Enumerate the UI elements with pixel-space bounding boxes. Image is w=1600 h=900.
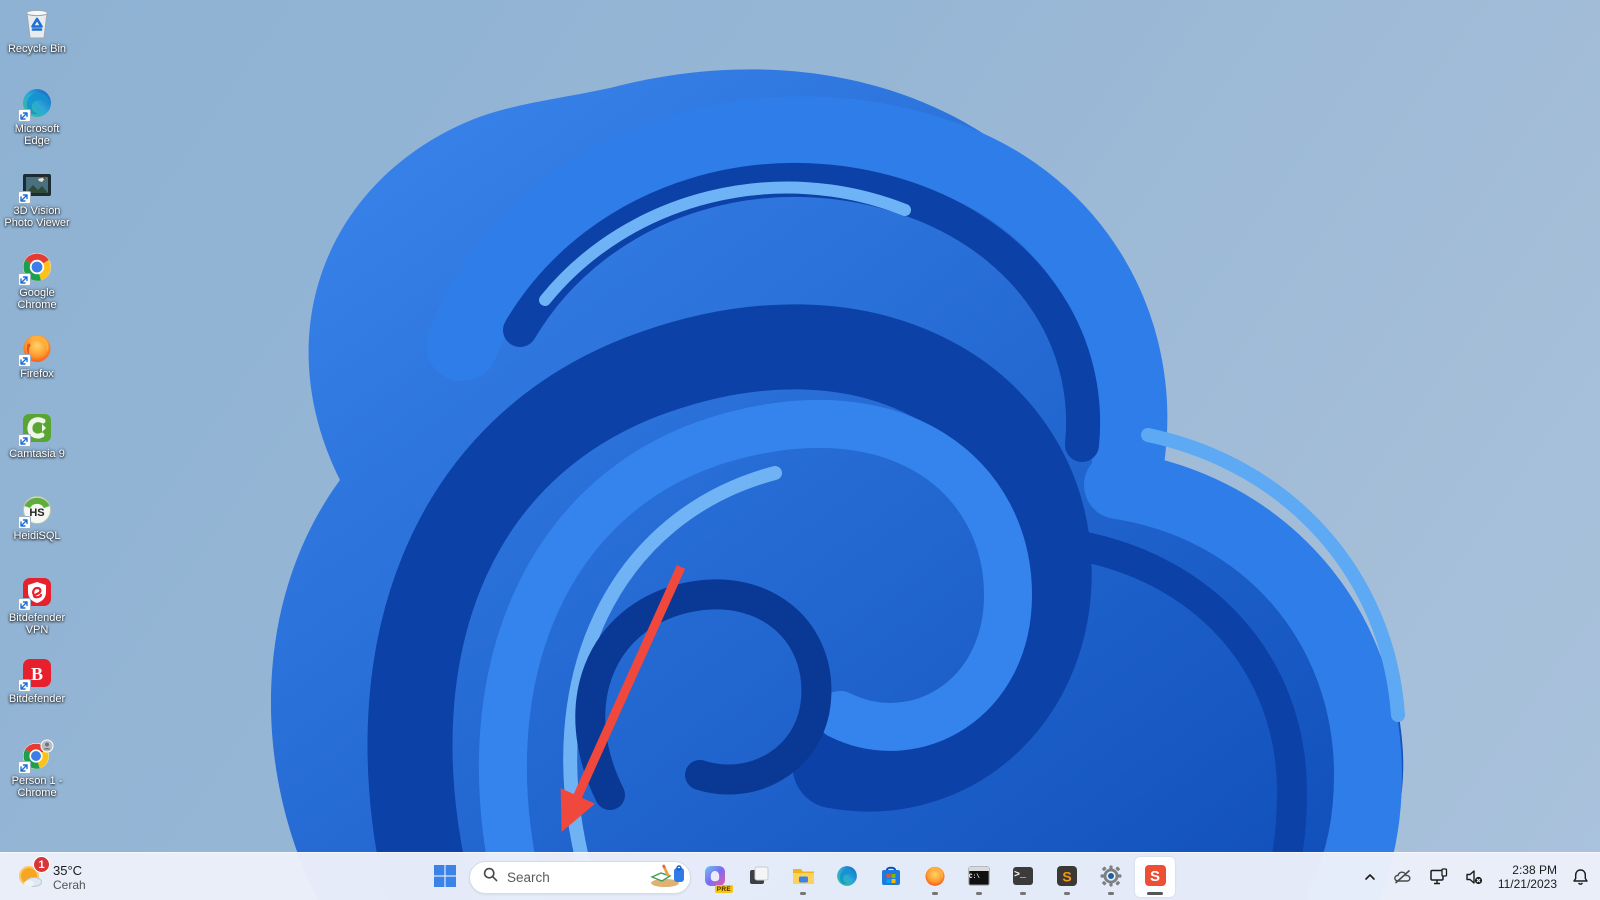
shortcut-arrow-icon bbox=[18, 598, 31, 611]
recycle-bin-icon bbox=[20, 6, 54, 40]
widgets-weather-button[interactable]: 1 35°C Cerah bbox=[8, 856, 94, 897]
microsoft-store-icon bbox=[879, 864, 903, 891]
running-indicator bbox=[800, 892, 806, 895]
search-highlight-illustration bbox=[648, 861, 686, 893]
weather-temperature: 35°C bbox=[53, 862, 83, 878]
sublime-glyph: S bbox=[1062, 868, 1072, 885]
desktop-icon-recycle-bin[interactable]: Recycle Bin bbox=[1, 6, 73, 55]
desktop-icon-label: Bitdefender bbox=[8, 693, 66, 705]
taskbar-app-settings[interactable] bbox=[1091, 857, 1131, 897]
weather-condition: Cerah bbox=[53, 877, 86, 892]
firefox-icon bbox=[923, 864, 947, 891]
file-explorer-icon bbox=[791, 863, 816, 891]
active-window-indicator bbox=[1147, 892, 1163, 895]
desktop-icon-label: Camtasia 9 bbox=[9, 448, 65, 460]
taskbar-app-copilot[interactable]: PRE bbox=[695, 857, 735, 897]
desktop: Recycle Bin Microsoft Edge 3D Vision Pho… bbox=[0, 0, 1600, 900]
snagit-glyph: S bbox=[1149, 868, 1161, 886]
copilot-pre-badge: PRE bbox=[714, 885, 733, 893]
chrome-profile-icon bbox=[18, 738, 54, 774]
wallpaper-bloom bbox=[270, 69, 1405, 900]
taskbar-app-command-prompt[interactable]: C:\ bbox=[959, 857, 999, 897]
running-indicator bbox=[1064, 892, 1070, 895]
sublime-text-icon: S bbox=[1055, 864, 1079, 891]
taskbar-search-input[interactable]: Search bbox=[469, 860, 691, 894]
desktop-icon-bitdefender[interactable]: B Bitdefender bbox=[1, 656, 73, 705]
shortcut-arrow-icon bbox=[18, 273, 31, 286]
desktop-icon-label: Firefox bbox=[20, 368, 54, 380]
desktop-icon-camtasia-9[interactable]: Camtasia 9 bbox=[1, 411, 73, 460]
task-view-icon bbox=[747, 864, 771, 891]
desktop-icon-google-chrome[interactable]: Google Chrome bbox=[1, 250, 73, 311]
taskbar-app-file-explorer[interactable] bbox=[783, 857, 823, 897]
chrome-icon bbox=[18, 250, 54, 286]
windows-start-icon bbox=[433, 864, 457, 891]
tray-chevron-up-icon[interactable] bbox=[1358, 859, 1382, 895]
desktop-icon-label: Recycle Bin bbox=[7, 43, 67, 55]
taskbar-app-sublime-text[interactable]: S bbox=[1047, 857, 1087, 897]
tray-time: 2:38 PM bbox=[1512, 863, 1557, 877]
start-button[interactable] bbox=[425, 857, 465, 897]
desktop-icon-bitdefender-vpn[interactable]: Bitdefender VPN bbox=[1, 575, 73, 636]
desktop-icon-heidisql[interactable]: HS HeidiSQL bbox=[1, 493, 73, 542]
terminal-glyph: >_ bbox=[1014, 870, 1027, 881]
taskbar-center: Search PRE C:\ >_ S S bbox=[425, 857, 1175, 897]
desktop-icon-3d-vision-photo-viewer[interactable]: 3D Vision Photo Viewer bbox=[1, 168, 73, 229]
running-indicator bbox=[976, 892, 982, 895]
shortcut-arrow-icon bbox=[18, 516, 31, 529]
terminal-icon: >_ bbox=[1011, 864, 1035, 891]
taskbar-app-task-view[interactable] bbox=[739, 857, 779, 897]
cmd-glyph: C:\ bbox=[969, 873, 980, 880]
shortcut-arrow-icon bbox=[18, 191, 31, 204]
tray-date: 11/21/2023 bbox=[1497, 877, 1557, 891]
desktop-icon-label: Google Chrome bbox=[17, 287, 57, 311]
weather-sun-cloud-icon: 1 bbox=[16, 856, 50, 892]
bitdefender-vpn-icon bbox=[18, 575, 54, 611]
shortcut-arrow-icon bbox=[18, 434, 31, 447]
bitdefender-glyph: B bbox=[31, 664, 43, 684]
widget-badge: 1 bbox=[33, 856, 50, 873]
system-tray: 2:38 PM 11/21/2023 bbox=[1358, 857, 1594, 897]
taskbar-app-snagit[interactable]: S bbox=[1135, 857, 1175, 897]
desktop-icon-microsoft-edge[interactable]: Microsoft Edge bbox=[1, 86, 73, 147]
desktop-icon-label: Microsoft Edge bbox=[14, 123, 60, 147]
desktop-icon-label: Bitdefender VPN bbox=[8, 612, 66, 636]
edge-icon bbox=[18, 86, 54, 122]
desktop-icon-person1-chrome[interactable]: Person 1 - Chrome bbox=[1, 738, 73, 799]
bitdefender-icon: B bbox=[18, 656, 54, 692]
taskbar-app-firefox[interactable] bbox=[915, 857, 955, 897]
3d-vision-photo-viewer-icon bbox=[18, 168, 54, 204]
desktop-icon-firefox[interactable]: Firefox bbox=[1, 331, 73, 380]
running-indicator bbox=[1108, 892, 1114, 895]
heidisql-glyph: HS bbox=[29, 507, 44, 519]
search-placeholder: Search bbox=[507, 869, 550, 885]
edge-icon bbox=[835, 864, 859, 891]
taskbar-app-terminal[interactable]: >_ bbox=[1003, 857, 1043, 897]
desktop-icon-label: HeidiSQL bbox=[13, 530, 61, 542]
shortcut-arrow-icon bbox=[18, 761, 31, 774]
taskbar-app-microsoft-store[interactable] bbox=[871, 857, 911, 897]
desktop-icon-label: Person 1 - Chrome bbox=[11, 775, 63, 799]
running-indicator bbox=[1020, 892, 1026, 895]
volume-muted-icon[interactable] bbox=[1459, 859, 1488, 895]
taskbar: 1 35°C Cerah Search PRE C:\ >_ S S 2:38 … bbox=[0, 852, 1600, 900]
weather-text: 35°C Cerah bbox=[53, 863, 86, 892]
firefox-icon bbox=[18, 331, 54, 367]
desktop-icon-label: 3D Vision Photo Viewer bbox=[4, 205, 70, 229]
command-prompt-icon: C:\ bbox=[967, 864, 991, 891]
onedrive-offline-icon[interactable] bbox=[1388, 859, 1418, 895]
heidisql-icon: HS bbox=[18, 493, 54, 529]
snagit-icon: S bbox=[1143, 863, 1168, 891]
settings-gear-icon bbox=[1099, 864, 1123, 891]
running-indicator bbox=[932, 892, 938, 895]
taskbar-app-edge[interactable] bbox=[827, 857, 867, 897]
search-icon bbox=[483, 867, 498, 887]
network-ethernet-icon[interactable] bbox=[1424, 859, 1453, 895]
shortcut-arrow-icon bbox=[18, 109, 31, 122]
notifications-bell-icon[interactable] bbox=[1567, 859, 1594, 895]
camtasia-icon bbox=[18, 411, 54, 447]
shortcut-arrow-icon bbox=[18, 679, 31, 692]
shortcut-arrow-icon bbox=[18, 354, 31, 367]
tray-clock[interactable]: 2:38 PM 11/21/2023 bbox=[1494, 859, 1561, 895]
